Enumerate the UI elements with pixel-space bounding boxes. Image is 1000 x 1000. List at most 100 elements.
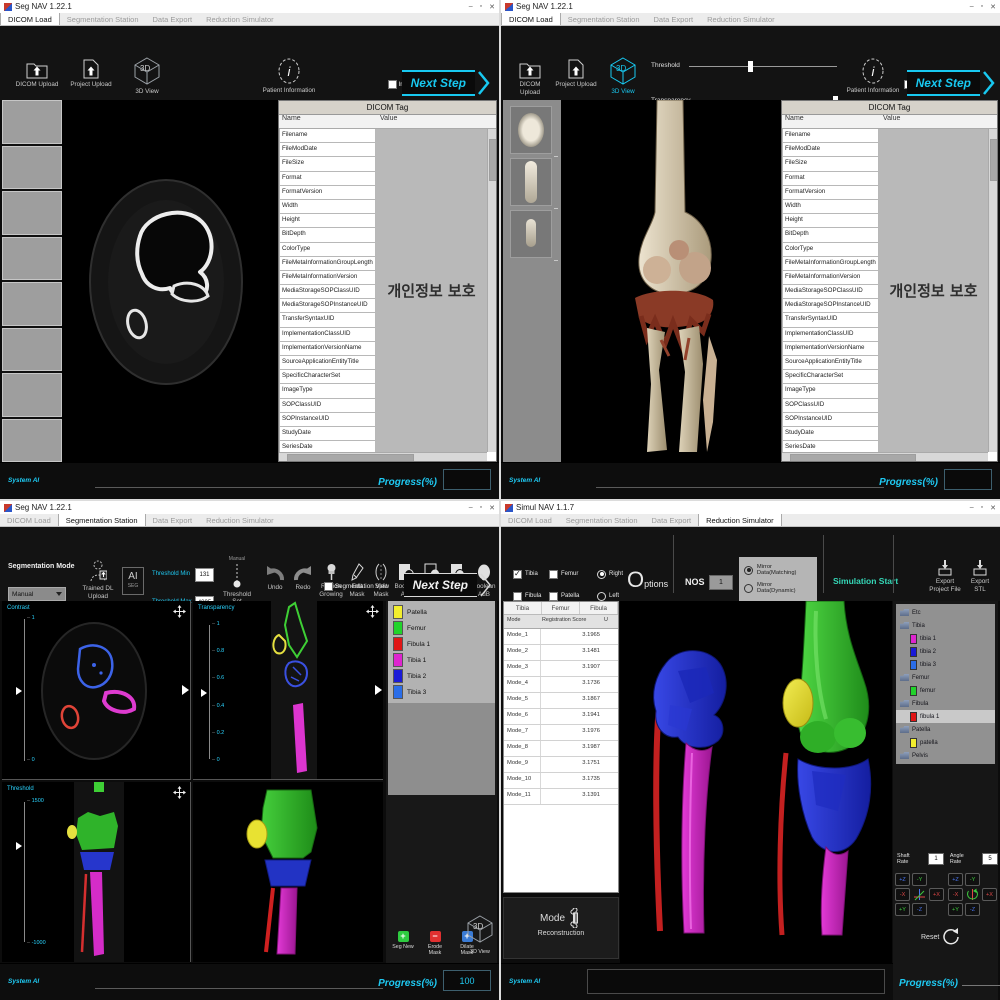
mode-row[interactable]: Mode_5 3.1867 — [504, 693, 618, 709]
tree-item[interactable]: patella — [896, 736, 995, 749]
close-button[interactable]: ✕ — [990, 504, 996, 512]
dicom-tag-row[interactable]: FileMetaInformationGroupLength — [279, 257, 376, 271]
simulation-3d-viewport[interactable] — [620, 601, 892, 963]
menu-tab[interactable]: Reduction Simulator — [199, 514, 281, 526]
thumbnail-slot[interactable] — [2, 191, 62, 235]
dicom-tag-row[interactable]: SpecificCharacterSet — [782, 370, 879, 384]
translate-minus-z-button[interactable]: -Z — [912, 903, 927, 916]
mode-row[interactable]: Mode_9 3.1751 — [504, 757, 618, 773]
export-stl-button[interactable]: Export STL — [965, 559, 995, 593]
tree-item[interactable]: tibia 3 — [896, 658, 995, 671]
ai-seg-button[interactable]: AI SEG — [122, 567, 144, 595]
dicom-tag-row[interactable]: FileModDate — [782, 143, 879, 157]
menu-tab[interactable]: Reduction Simulator — [700, 13, 782, 25]
dicom-tag-row[interactable]: MediaStorageSOPClassUID — [279, 285, 376, 299]
dicom-tag-row[interactable]: MediaStorageSOPClassUID — [782, 285, 879, 299]
dicom-tag-row[interactable]: SOPInstanceUID — [782, 413, 879, 427]
pan-arrow[interactable] — [375, 685, 382, 695]
mode-row[interactable]: Mode_2 3.1481 — [504, 645, 618, 661]
tree-item[interactable]: tibia 1 — [896, 632, 995, 645]
dicom-tag-row[interactable]: Height — [279, 214, 376, 228]
series-thumbnail-list[interactable] — [2, 100, 62, 462]
export-project-button[interactable]: Export Project File — [929, 559, 961, 593]
tree-item[interactable]: Femur — [896, 671, 995, 684]
angle-rate-input[interactable]: 5 — [982, 853, 998, 865]
mode-row[interactable]: Mode_11 3.1391 — [504, 789, 618, 805]
mode-row[interactable]: Mode_6 3.1941 — [504, 709, 618, 725]
dicom-tag-row[interactable]: ImplementationClassUID — [279, 328, 376, 342]
split-mask-button[interactable]: Split Mask — [370, 563, 392, 598]
thumbnail-slot[interactable] — [2, 419, 62, 463]
dicom-tag-row[interactable]: MediaStorageSOPInstanceUID — [279, 299, 376, 313]
legend-item[interactable]: Tibia 1 — [388, 652, 495, 668]
menu-tab[interactable]: DICOM Load — [0, 13, 60, 25]
move-crosshair-icon[interactable] — [366, 605, 379, 618]
titlebar[interactable]: Seg NAV 1.22.1 – ▫ ✕ — [0, 0, 499, 13]
dicom-tag-row[interactable]: ImplementationVersionName — [279, 342, 376, 356]
bone-tab[interactable]: Femur — [542, 602, 580, 614]
viewport-coronal-leg[interactable]: Threshold 1500-1000 — [2, 782, 191, 962]
close-button[interactable]: ✕ — [489, 504, 495, 512]
3d-view-button-active[interactable]: 3D 3D View — [601, 56, 645, 96]
viewport-3d-segmented[interactable] — [193, 782, 383, 962]
dicom-tag-row[interactable]: FileMetaInformationVersion — [782, 271, 879, 285]
titlebar[interactable]: Seg NAV 1.22.1 – ▫ ✕ — [0, 501, 499, 514]
menu-tab[interactable]: Segmentation Station — [561, 13, 647, 25]
legend-item[interactable]: Tibia 2 — [388, 668, 495, 684]
menu-tab[interactable]: Segmentation Station — [60, 13, 146, 25]
dicom-tag-row[interactable]: SourceApplicationEntityTitle — [782, 356, 879, 370]
maximize-button[interactable]: ▫ — [480, 3, 482, 11]
dicom-tag-row[interactable]: Format — [782, 172, 879, 186]
titlebar[interactable]: Seg NAV 1.22.1 – ▫ ✕ — [501, 0, 1000, 13]
mask-action-button[interactable]: − Erode Mask — [422, 931, 448, 957]
3d-view-button[interactable]: 3D 3D View — [124, 56, 170, 96]
next-step-button[interactable]: Next Step — [404, 571, 493, 599]
dicom-tag-row[interactable]: Height — [782, 214, 879, 228]
maximize-button[interactable]: ▫ — [480, 504, 482, 512]
menu-tab[interactable]: Data Export — [146, 13, 200, 25]
minimize-button[interactable]: – — [469, 3, 473, 11]
volume-render-viewport[interactable] — [561, 100, 781, 462]
dicom-tag-row[interactable]: ImageType — [279, 384, 376, 398]
dicom-tag-row[interactable]: FormatVersion — [782, 186, 879, 200]
rotate-plus-x-button[interactable]: +X — [982, 888, 997, 901]
region-growing-button[interactable]: Region Growing — [318, 563, 344, 598]
slider-handle[interactable] — [201, 689, 207, 697]
vertical-scrollbar[interactable] — [988, 129, 997, 452]
shaft-rate-input[interactable]: 1 — [928, 853, 944, 865]
horizontal-scrollbar[interactable] — [782, 452, 988, 461]
menu-tab[interactable]: Reduction Simulator — [199, 13, 281, 25]
3d-view-button[interactable]: 3D 3D View — [465, 914, 495, 955]
redo-button[interactable]: Redo — [290, 565, 316, 592]
tree-item[interactable]: Patella — [896, 723, 995, 736]
dicom-tag-row[interactable]: TransferSyntaxUID — [279, 313, 376, 327]
dicom-tag-row[interactable]: StudyDate — [279, 427, 376, 441]
threshold-slider[interactable] — [689, 66, 837, 67]
bone-tab[interactable]: Tibia — [504, 602, 542, 614]
mode-row[interactable]: Mode_4 3.1736 — [504, 677, 618, 693]
rotate-minus-y-button[interactable]: -Y — [965, 873, 980, 886]
project-upload-button[interactable]: Project Upload — [555, 59, 597, 89]
dicom-tag-row[interactable]: Format — [279, 172, 376, 186]
rotate-minus-x-button[interactable]: -X — [948, 888, 963, 901]
rotate-minus-z-button[interactable]: -Z — [965, 903, 980, 916]
trained-dl-upload-button[interactable]: Trained DL Upload — [78, 559, 118, 600]
dicom-tag-row[interactable]: Filename — [279, 129, 376, 143]
dicom-tag-row[interactable]: FileMetaInformationVersion — [279, 271, 376, 285]
menu-tab[interactable]: DICOM Load — [501, 514, 559, 526]
mask-action-button[interactable]: + Seg New — [390, 931, 416, 951]
dicom-upload-button[interactable]: DICOM Upload — [14, 60, 60, 89]
edit-mask-button[interactable]: Edit Mask — [345, 563, 369, 598]
dicom-tag-row[interactable]: ImageType — [782, 384, 879, 398]
minimize-button[interactable]: – — [469, 504, 473, 512]
tree-item[interactable]: Tibia — [896, 619, 995, 632]
mode-reconstruction-button[interactable]: Mode Reconstruction — [503, 897, 619, 959]
legend-item[interactable]: Femur — [388, 620, 495, 636]
patient-information-button[interactable]: i Patient Information — [262, 57, 316, 95]
titlebar[interactable]: Simul NAV 1.1.7 – ▫ ✕ — [501, 501, 1000, 514]
translate-plus-z-button[interactable]: +Z — [895, 873, 910, 886]
slider-handle[interactable] — [16, 842, 22, 850]
move-crosshair-icon[interactable] — [173, 605, 186, 618]
tree-item[interactable]: tibia 2 — [896, 645, 995, 658]
dicom-tag-row[interactable]: SourceApplicationEntityTitle — [279, 356, 376, 370]
